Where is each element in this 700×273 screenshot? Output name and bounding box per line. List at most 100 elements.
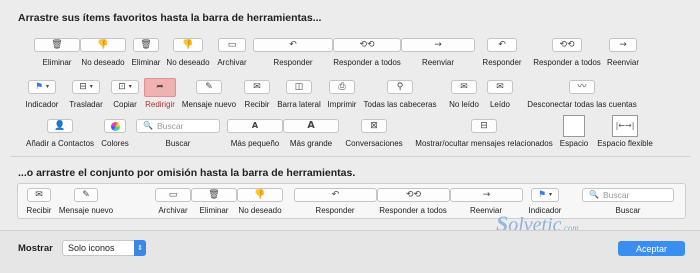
indicador-label: Indicador <box>25 100 59 109</box>
archivar-label: Archivar <box>217 58 247 67</box>
responder-item[interactable]: ↶ <box>253 38 333 52</box>
large-a-icon: A <box>307 120 315 132</box>
imprimir-item[interactable]: ⎙ <box>329 80 355 94</box>
desconectar-item[interactable]: 〰 <box>569 80 595 94</box>
section-divider <box>10 156 690 157</box>
no-leido-label: No leído <box>449 100 479 109</box>
eliminar-item[interactable]: 🗑 <box>34 38 80 52</box>
eliminar-single-item[interactable]: 🗑 <box>133 38 159 52</box>
forward-arrow-icon: → <box>482 189 491 200</box>
recibir-item[interactable]: ✉ <box>244 80 270 94</box>
leido-item[interactable]: ✉ <box>487 80 513 94</box>
trash-icon: 🗑 <box>208 189 220 200</box>
archivar-item[interactable]: ▭ <box>218 38 246 52</box>
default-responder-item[interactable]: ↶ <box>294 188 377 202</box>
default-archivar-item[interactable]: ▭ <box>155 188 191 202</box>
mostrar-select[interactable]: Solo iconos ⇕ <box>62 240 146 256</box>
search-icon: 🔍 <box>143 121 153 130</box>
redirigir-item[interactable]: ➦ <box>144 78 176 97</box>
select-stepper-icon: ⇕ <box>134 240 146 256</box>
copiar-label: Copiar <box>113 100 137 109</box>
add-contact-icon: 👤 <box>54 120 66 131</box>
reply-arrow-icon: ↶ <box>331 189 340 200</box>
barra-lateral-label: Barra lateral <box>277 100 321 109</box>
no-leido-item[interactable]: ✉ <box>451 80 477 94</box>
aceptar-button[interactable]: Aceptar <box>618 241 685 256</box>
trash-icon: 🗑 <box>51 39 63 50</box>
mostrar-ocultar-item[interactable]: ⊟ <box>471 119 497 133</box>
colores-label: Colores <box>101 139 129 148</box>
forward-arrow-icon: → <box>619 39 627 50</box>
todas-cabeceras-label: Todas las cabeceras <box>363 100 437 109</box>
no-deseado-item[interactable]: 👎 <box>80 38 126 52</box>
default-eliminar-item[interactable]: 🗑 <box>191 188 237 202</box>
mas-pequeno-label: Más pequeño <box>230 139 280 148</box>
mensaje-nuevo-label: Mensaje nuevo <box>181 100 237 109</box>
mensaje-nuevo-item[interactable]: ✎ <box>196 80 222 94</box>
reply-all-arrow-icon: ⟲⟲ <box>359 39 375 50</box>
anadir-contactos-item[interactable]: 👤 <box>47 119 73 133</box>
no-deseado-single-label: No deseado <box>166 58 210 67</box>
mostrar-label: Mostrar <box>18 243 53 254</box>
sidebar-icon: ◫ <box>294 81 304 92</box>
reenviar-label: Reenviar <box>421 58 455 67</box>
responder-todos-item[interactable]: ⟲⟲ <box>333 38 401 52</box>
indicador-item[interactable]: ⚑ ▾ <box>28 80 56 94</box>
copiar-item[interactable]: ⊡ ▾ <box>111 80 139 94</box>
responder-single-item[interactable]: ↶ <box>487 38 517 52</box>
reenviar-single-item[interactable]: → <box>609 38 637 52</box>
default-set-heading: ...o arrastre el conjunto por omisión ha… <box>18 167 356 179</box>
reenviar-item[interactable]: → <box>401 38 475 52</box>
leido-label: Leído <box>489 100 511 109</box>
barra-lateral-item[interactable]: ◫ <box>286 80 312 94</box>
responder-todos-single-item[interactable]: ⟲⟲ <box>552 38 582 52</box>
mas-grande-label: Más grande <box>289 139 333 148</box>
mas-pequeno-item[interactable]: A <box>227 119 283 133</box>
responder-single-label: Responder <box>482 58 522 67</box>
trash-icon: 🗑 <box>140 39 152 50</box>
reply-arrow-icon: ↶ <box>289 39 297 50</box>
activity-wave-icon: 〰 <box>577 81 587 92</box>
no-deseado-single-item[interactable]: 👎 <box>173 38 203 52</box>
anadir-contactos-label: Añadir a Contactos <box>25 139 95 148</box>
default-recibir-label: Recibir <box>26 206 52 215</box>
espacio-item[interactable] <box>563 115 585 137</box>
compose-icon: ✎ <box>82 189 90 200</box>
default-toolbar-set[interactable]: ✉ Recibir ✎ Mensaje nuevo ▭ Archivar 🗑 E… <box>17 183 686 219</box>
desconectar-label: Desconectar todas las cuentas <box>527 100 637 109</box>
envelope-icon: ✉ <box>253 81 261 92</box>
buscar-field[interactable]: 🔍 Buscar <box>136 119 220 133</box>
color-wheel-icon <box>110 121 120 131</box>
conversaciones-item[interactable]: ⊠ <box>361 119 387 133</box>
small-a-icon: A <box>251 121 259 130</box>
default-eliminar-label: Eliminar <box>199 206 229 215</box>
default-no-deseado-item[interactable]: 👎 <box>237 188 283 202</box>
default-no-deseado-label: No deseado <box>238 206 282 215</box>
search-icon: 🔍 <box>589 190 599 199</box>
espacio-flexible-label: Espacio flexible <box>597 139 653 148</box>
buscar-label: Buscar <box>165 139 191 148</box>
colores-item[interactable] <box>104 119 126 133</box>
default-mensaje-nuevo-item[interactable]: ✎ <box>74 188 98 202</box>
responder-todos-single-label: Responder a todos <box>533 58 601 67</box>
archive-box-icon: ▭ <box>227 39 237 50</box>
default-recibir-item[interactable]: ✉ <box>27 188 51 202</box>
default-buscar-field[interactable]: 🔍 Buscar <box>582 188 674 202</box>
responder-label: Responder <box>273 58 313 67</box>
mostrar-ocultar-label: Mostrar/ocultar mensajes relacionados <box>415 139 553 148</box>
default-indicador-item[interactable]: ⚑ ▾ <box>531 188 559 202</box>
headers-magnifier-icon: ⚲ <box>396 81 404 92</box>
todas-cabeceras-item[interactable]: ⚲ <box>387 80 413 94</box>
mas-grande-item[interactable]: A <box>283 119 339 133</box>
related-messages-icon: ⊟ <box>480 120 488 131</box>
trasladar-item[interactable]: ⊟ ▾ <box>72 80 100 94</box>
default-reenviar-item[interactable]: → <box>450 188 523 202</box>
archive-box-icon: ▭ <box>168 189 178 200</box>
redirect-arrow-icon: ➦ <box>156 82 164 92</box>
thumbs-down-icon: 👎 <box>254 189 266 200</box>
redirigir-label: Redirigir <box>145 100 175 109</box>
reply-all-arrow-icon: ⟲⟲ <box>405 189 422 200</box>
default-responder-todos-item[interactable]: ⟲⟲ <box>377 188 450 202</box>
espacio-flexible-item[interactable]: |←→| <box>612 115 638 137</box>
chevron-down-icon: ▾ <box>89 83 93 90</box>
